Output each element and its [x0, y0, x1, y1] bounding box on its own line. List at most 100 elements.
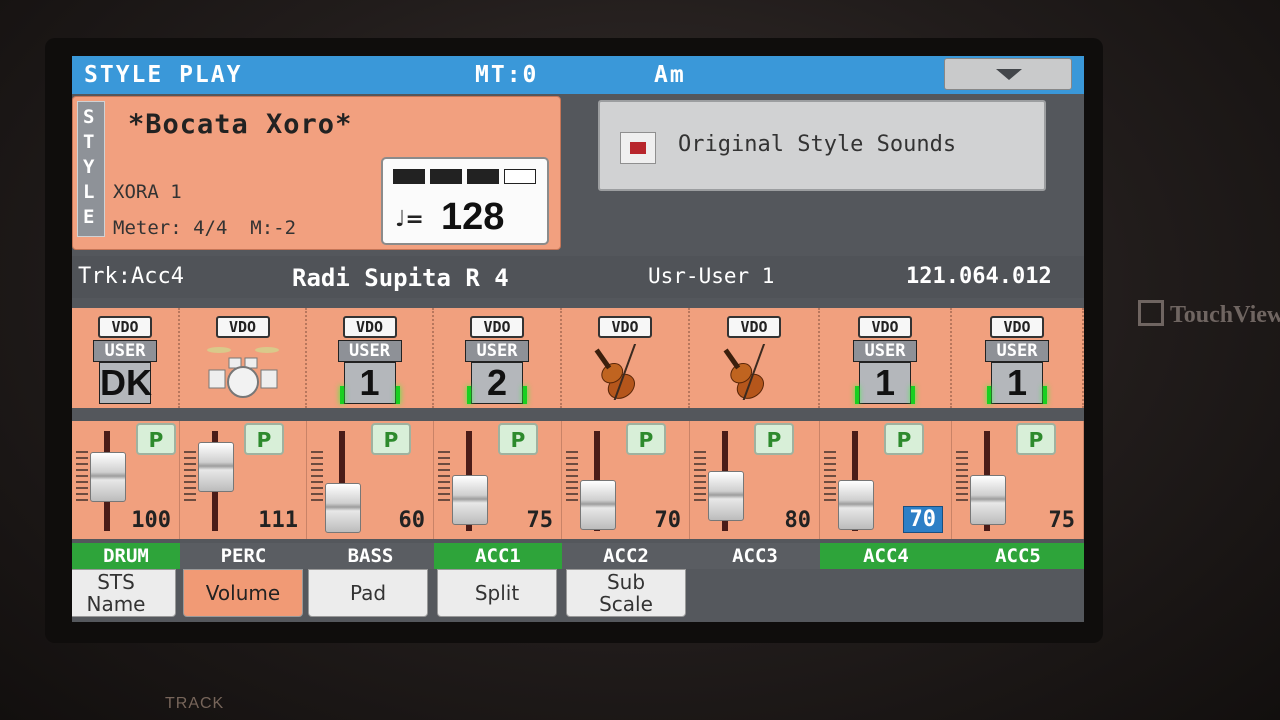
sound-bank: Usr-User 1 [648, 264, 775, 288]
user-tag: USER [985, 340, 1049, 362]
brand-label: TouchView [1170, 302, 1280, 328]
beat-mark [467, 169, 499, 184]
vdo-badge[interactable]: VDO [215, 316, 270, 338]
volume-fader[interactable] [325, 483, 361, 533]
channel-label-acc5[interactable]: ACC5 [952, 543, 1084, 569]
style-name: *Bocata Xoro* [128, 109, 353, 140]
tempo-symbol: ♩= [395, 207, 424, 232]
tab-pad[interactable]: Pad [308, 569, 428, 617]
channel-label-acc3[interactable]: ACC3 [690, 543, 820, 569]
mode-title: STYLE PLAY [84, 62, 243, 88]
vdo-badge[interactable]: VDO [470, 316, 524, 338]
track-icon-acc5[interactable]: VDO USER 1 [952, 308, 1084, 408]
channel-label-acc4[interactable]: ACC4 [820, 543, 952, 569]
channel-label-perc[interactable]: PERC [180, 543, 307, 569]
volume-value: 75 [1048, 508, 1076, 533]
beat-indicator [393, 169, 541, 188]
user-tag: USER [853, 340, 917, 362]
pad-button[interactable]: P [136, 423, 176, 455]
checkbox-icon[interactable] [620, 132, 656, 164]
vdo-badge[interactable]: VDO [342, 316, 397, 338]
user-sound-icon: USER DK [93, 340, 157, 406]
volume-fader[interactable] [838, 479, 874, 530]
tempo-box[interactable]: ♩= 128 [381, 157, 549, 245]
volume-fader[interactable] [198, 441, 234, 492]
volume-value: 80 [784, 508, 812, 533]
volume-scale [311, 451, 323, 503]
pad-button[interactable]: P [626, 423, 666, 455]
led-indicator [987, 386, 991, 404]
vdo-badge[interactable]: VDO [598, 316, 652, 338]
track-icon-acc4[interactable]: VDO USER 1 [820, 308, 952, 408]
mixer-channel-bass: P 60 [307, 421, 434, 539]
user-number: 1 [343, 362, 396, 404]
tab-sub-scale[interactable]: Sub Scale [566, 569, 686, 617]
touchview-logo: TouchView [1138, 300, 1280, 329]
pad-button[interactable]: P [1016, 423, 1056, 455]
track-icon-acc2[interactable]: VDO [562, 308, 690, 408]
pad-button[interactable]: P [371, 423, 411, 455]
page-menu-button[interactable] [944, 58, 1072, 90]
style-tab-letter: Y [83, 156, 95, 178]
pad-button[interactable]: P [244, 423, 284, 455]
user-number: DK [99, 362, 152, 404]
style-vertical-tab: S T Y L E [77, 101, 105, 237]
mt-indicator: MT:0 [475, 62, 539, 88]
original-style-sounds-toggle[interactable]: Original Style Sounds [598, 100, 1046, 191]
sound-address: 121.064.012 [906, 264, 1052, 289]
volume-value: 70 [902, 506, 943, 533]
track-icon-perc[interactable]: VDO [180, 308, 307, 408]
led-indicator [911, 386, 915, 404]
led-indicator [467, 386, 471, 404]
pad-button[interactable]: P [884, 423, 924, 455]
track-button-label: TRACK [165, 695, 225, 712]
vdo-badge[interactable]: VDO [858, 316, 912, 338]
channel-label-acc1[interactable]: ACC1 [434, 543, 562, 569]
volume-value: 70 [654, 508, 682, 533]
volume-fader[interactable] [580, 479, 616, 530]
mixer-channel-drum: P 100 [72, 421, 180, 539]
tempo-value: 128 [441, 196, 505, 238]
vdo-badge[interactable]: VDO [990, 316, 1044, 338]
user-sound-icon: USER 1 [337, 340, 402, 406]
style-panel[interactable]: S T Y L E *Bocata Xoro* XORA 1 Meter: 4/… [72, 96, 561, 250]
style-tab-letter: L [83, 181, 95, 203]
user-sound-icon: USER 2 [465, 340, 529, 406]
channel-label-bass[interactable]: BASS [307, 543, 434, 569]
volume-fader[interactable] [452, 475, 488, 526]
checkbox-mark [630, 142, 646, 154]
tab-split[interactable]: Split [437, 569, 557, 617]
user-tag: USER [93, 340, 157, 362]
volume-scale [76, 451, 88, 503]
tab-sts-name[interactable]: STS Name [72, 569, 176, 617]
mixer-channel-acc4: P 70 [820, 421, 952, 539]
volume-fader[interactable] [90, 452, 126, 503]
volume-scale [184, 451, 196, 503]
vdo-badge[interactable]: VDO [727, 316, 781, 338]
violin-icon [585, 338, 665, 408]
user-sound-icon: USER 1 [985, 340, 1049, 406]
vdo-badge[interactable]: VDO [98, 316, 152, 338]
beat-mark [393, 169, 425, 184]
volume-fader[interactable] [970, 475, 1006, 526]
user-number: 2 [471, 362, 523, 404]
style-tab-letter: E [83, 206, 95, 228]
channel-label-drum[interactable]: DRUM [72, 543, 180, 569]
mixer-channel-acc3: P 80 [690, 421, 820, 539]
track-icon-acc1[interactable]: VDO USER 2 [434, 308, 562, 408]
sound-name: Radi Supita R 4 [292, 264, 509, 292]
user-tag: USER [337, 340, 402, 362]
pad-button[interactable]: P [754, 423, 794, 455]
channel-label-acc2[interactable]: ACC2 [562, 543, 690, 569]
pad-button[interactable]: P [498, 423, 538, 455]
beat-mark [430, 169, 462, 184]
track-icon-acc3[interactable]: VDO [690, 308, 820, 408]
track-icon-drum[interactable]: VDO USER DK [72, 308, 180, 408]
tab-volume[interactable]: Volume [183, 569, 303, 617]
volume-scale [566, 451, 578, 503]
violin-icon [714, 338, 794, 408]
volume-value: 100 [131, 508, 171, 533]
track-icon-bass[interactable]: VDO USER 1 [307, 308, 434, 408]
track-info-line: Trk:Acc4 Radi Supita R 4 Usr-User 1 121.… [72, 256, 1084, 298]
volume-fader[interactable] [708, 470, 744, 521]
